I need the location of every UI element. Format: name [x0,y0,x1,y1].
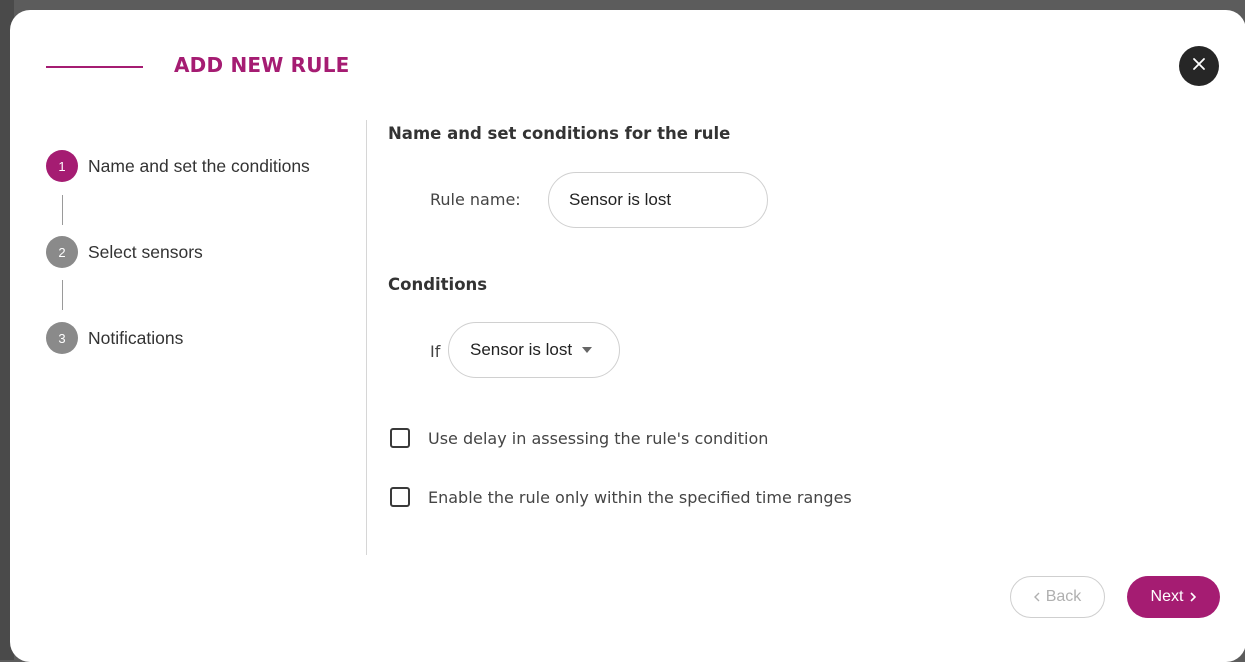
close-icon [1192,57,1206,76]
rule-name-label: Rule name: [430,190,521,209]
conditions-heading: Conditions [388,275,488,294]
step-label: Name and set the conditions [88,155,310,176]
step-label: Notifications [88,327,184,348]
rule-name-input[interactable] [548,172,768,228]
step-number: 3 [46,322,78,354]
step-name-and-conditions[interactable]: 1 Name and set the conditions [46,150,310,182]
condition-select[interactable]: Sensor is lost [448,322,620,378]
time-range-checkbox-label: Enable the rule only within the specifie… [428,487,852,507]
if-label: If [430,342,441,361]
back-button-label: Back [1045,588,1082,605]
next-button[interactable]: Next [1127,576,1220,618]
section-heading: Name and set conditions for the rule [388,124,731,143]
title-accent-line [46,66,143,68]
chevron-right-icon [1190,592,1197,602]
step-notifications[interactable]: 3 Notifications [46,322,183,354]
back-button[interactable]: Back [1010,576,1105,618]
next-button-label: Next [1150,588,1184,605]
modal-title: ADD NEW RULE [174,53,350,77]
time-range-checkbox-row[interactable]: Enable the rule only within the specifie… [390,487,852,507]
step-number: 2 [46,236,78,268]
step-select-sensors[interactable]: 2 Select sensors [46,236,203,268]
delay-checkbox-row[interactable]: Use delay in assessing the rule's condit… [390,428,768,448]
step-number: 1 [46,150,78,182]
close-button[interactable] [1179,46,1219,86]
step-connector [62,195,63,225]
delay-checkbox[interactable] [390,428,410,448]
vertical-divider [366,120,367,555]
time-range-checkbox[interactable] [390,487,410,507]
step-label: Select sensors [88,241,203,262]
chevron-left-icon [1033,592,1040,602]
caret-down-icon [582,347,593,353]
add-rule-modal: ADD NEW RULE 1 Name and set the conditio… [10,10,1245,662]
step-connector [62,280,63,310]
delay-checkbox-label: Use delay in assessing the rule's condit… [428,428,769,448]
condition-select-value: Sensor is lost [470,340,573,359]
